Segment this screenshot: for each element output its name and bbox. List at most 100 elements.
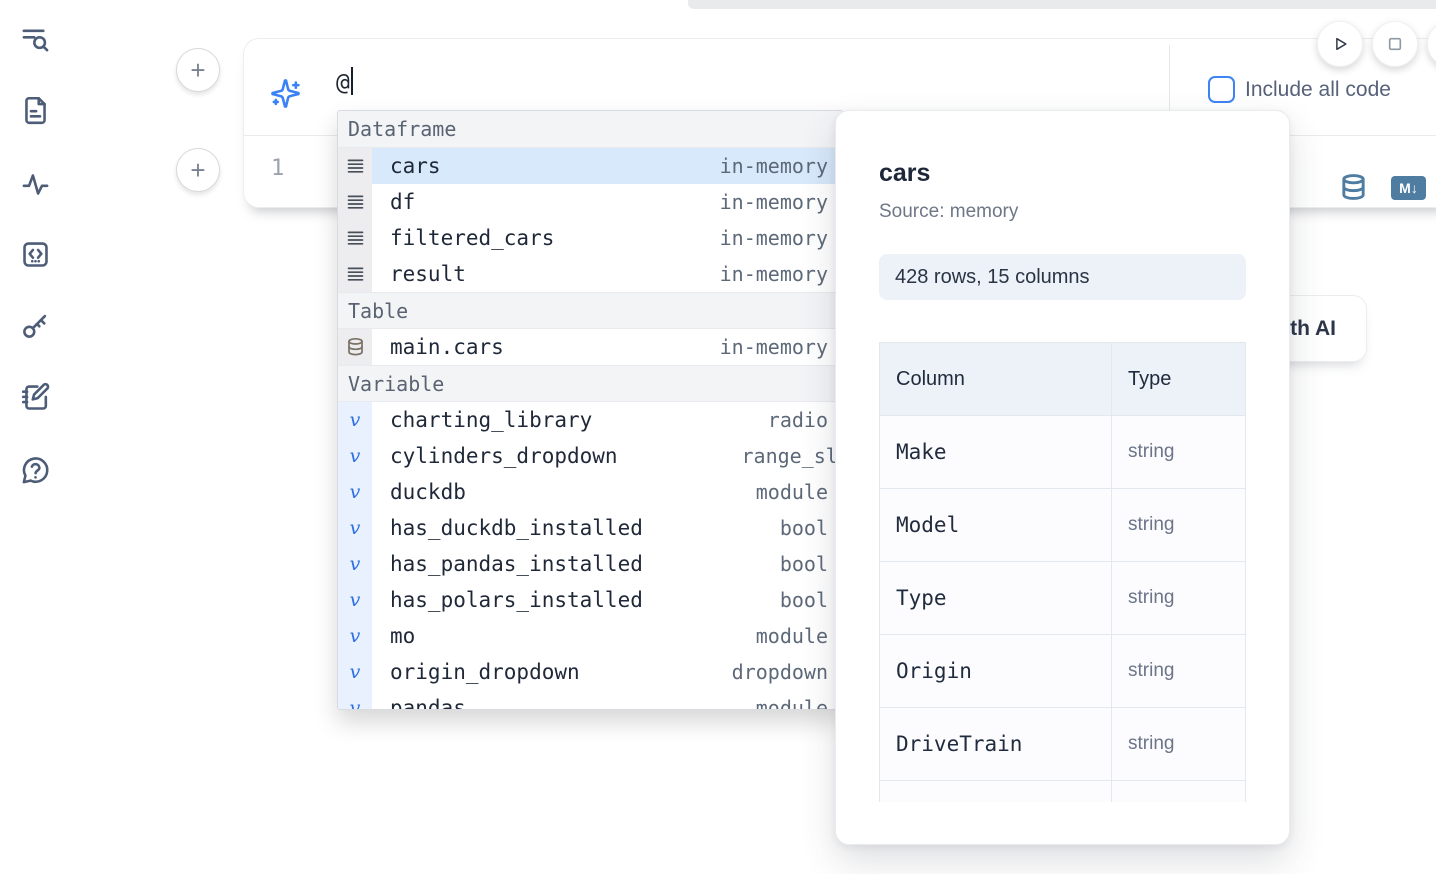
- play-icon: [1329, 33, 1351, 55]
- autocomplete-item-duckdb[interactable]: v duckdb module: [338, 474, 842, 510]
- schema-table: Column Type Make string Model string Typ…: [879, 342, 1246, 802]
- item-name: df: [390, 190, 415, 214]
- column-type: string: [1112, 416, 1246, 489]
- column-name: DriveTrain: [880, 708, 1112, 781]
- database-icon[interactable]: [1339, 170, 1368, 204]
- item-name: main.cars: [390, 335, 504, 359]
- variable-icon: v: [338, 474, 372, 510]
- line-number: 1: [271, 156, 284, 181]
- item-type: bool: [780, 552, 828, 576]
- activity-icon[interactable]: [20, 169, 51, 200]
- schema-table-wrapper: Column Type Make string Model string Typ…: [879, 342, 1246, 802]
- sparkles-icon: [270, 78, 301, 109]
- item-type: in-memory: [720, 335, 828, 359]
- autocomplete-item-result[interactable]: resultin-memory: [338, 256, 842, 292]
- marimo-notebook: + + @ Include all code 1 M↓ Gener: [0, 0, 1436, 874]
- schema-row: Origin string: [880, 635, 1246, 708]
- item-type: range_slider: [742, 444, 843, 468]
- run-cell-button[interactable]: [1317, 21, 1363, 67]
- column-name: Model: [880, 489, 1112, 562]
- autocomplete-item-main-cars[interactable]: main.cars in-memory: [338, 329, 842, 365]
- column-name: [880, 781, 1112, 803]
- section-header-table: Table: [338, 292, 842, 329]
- type-header: Type: [1112, 343, 1246, 416]
- item-name: filtered_cars: [390, 226, 554, 250]
- dataframe-rows-icon: [338, 256, 372, 292]
- autocomplete-item-cars[interactable]: cars in-memory: [338, 148, 842, 184]
- schema-row: Make string: [880, 416, 1246, 489]
- column-type: string: [1112, 489, 1246, 562]
- variable-icon: v: [338, 510, 372, 546]
- autocomplete-item-mo[interactable]: v momodule: [338, 618, 842, 654]
- section-header-dataframe: Dataframe: [338, 111, 842, 148]
- previous-cell-bottom-edge: [688, 0, 1436, 9]
- item-type: in-memory: [720, 190, 828, 214]
- autocomplete-item-charting-library[interactable]: v charting_libraryradio: [338, 402, 842, 438]
- markdown-icon[interactable]: M↓: [1391, 176, 1426, 200]
- variable-icon: v: [338, 402, 372, 438]
- item-type: bool: [780, 516, 828, 540]
- variable-icon: v: [338, 690, 372, 710]
- variable-icon: v: [338, 546, 372, 582]
- key-icon[interactable]: [20, 310, 51, 341]
- item-name: duckdb: [390, 480, 466, 504]
- variable-icon: v: [338, 438, 372, 474]
- autocomplete-item-has-duckdb-installed[interactable]: v has_duckdb_installed bool: [338, 510, 842, 546]
- file-document-icon[interactable]: [20, 95, 51, 126]
- schema-header-row: Column Type: [880, 343, 1246, 416]
- item-name: cylinders_dropdown: [390, 444, 618, 468]
- schema-row: Model string: [880, 489, 1246, 562]
- schema-row: DriveTrain string: [880, 708, 1246, 781]
- include-all-code-checkbox[interactable]: [1208, 76, 1235, 103]
- autocomplete-item-pandas[interactable]: v pandasmodule: [338, 690, 842, 710]
- item-name: mo: [390, 624, 415, 648]
- preview-title: cars: [879, 159, 1246, 188]
- variable-icon: v: [338, 582, 372, 618]
- column-header: Column: [880, 343, 1112, 416]
- item-type: dropdown: [732, 660, 828, 684]
- variable-icon: v: [338, 618, 372, 654]
- autocomplete-item-has-pandas-installed[interactable]: v has_pandas_installed bool: [338, 546, 842, 582]
- item-type: in-memory: [720, 226, 828, 250]
- schema-row: Type string: [880, 562, 1246, 635]
- stop-button[interactable]: [1372, 21, 1418, 67]
- item-type: radio: [768, 408, 828, 432]
- item-type: module: [756, 696, 828, 710]
- schema-row: [880, 781, 1246, 803]
- include-all-code-label: Include all code: [1245, 76, 1391, 103]
- scratchpad-icon[interactable]: [20, 382, 51, 413]
- help-icon[interactable]: [20, 455, 51, 486]
- item-type: module: [756, 480, 828, 504]
- dataframe-rows-icon: [338, 184, 372, 220]
- column-name: Make: [880, 416, 1112, 489]
- autocomplete-item-filtered-cars[interactable]: filtered_cars in-memory: [338, 220, 842, 256]
- column-type: string: [1112, 635, 1246, 708]
- ai-prompt-input[interactable]: @: [336, 67, 353, 96]
- add-cell-below-button[interactable]: +: [176, 148, 220, 192]
- dataframe-rows-icon: [338, 220, 372, 256]
- snippets-icon[interactable]: [20, 239, 51, 270]
- preview-shape-badge: 428 rows, 15 columns: [879, 254, 1246, 300]
- autocomplete-item-origin-dropdown[interactable]: v origin_dropdown dropdown: [338, 654, 842, 690]
- item-name: cars: [390, 154, 441, 178]
- item-name: origin_dropdown: [390, 660, 580, 684]
- add-cell-above-button[interactable]: +: [176, 48, 220, 92]
- autocomplete-item-df[interactable]: df in-memory: [338, 184, 842, 220]
- item-name: has_duckdb_installed: [390, 516, 643, 540]
- item-type: bool: [780, 588, 828, 612]
- prompt-text: @: [336, 70, 350, 96]
- autocomplete-item-has-polars-installed[interactable]: v has_polars_installed bool: [338, 582, 842, 618]
- table-of-contents-search-icon[interactable]: [20, 25, 51, 56]
- database-table-icon: [338, 329, 372, 365]
- section-header-variable: Variable: [338, 365, 842, 402]
- column-type: [1112, 781, 1246, 803]
- item-type: in-memory: [720, 154, 828, 178]
- item-name: has_pandas_installed: [390, 552, 643, 576]
- column-type: string: [1112, 562, 1246, 635]
- item-name: has_polars_installed: [390, 588, 643, 612]
- dataframe-preview-panel: cars Source: memory 428 rows, 15 columns…: [835, 110, 1290, 845]
- autocomplete-item-cylinders-dropdown[interactable]: v cylinders_dropdown range_slider: [338, 438, 842, 474]
- preview-source: Source: memory: [879, 201, 1246, 223]
- text-cursor: [351, 67, 353, 95]
- variable-icon: v: [338, 654, 372, 690]
